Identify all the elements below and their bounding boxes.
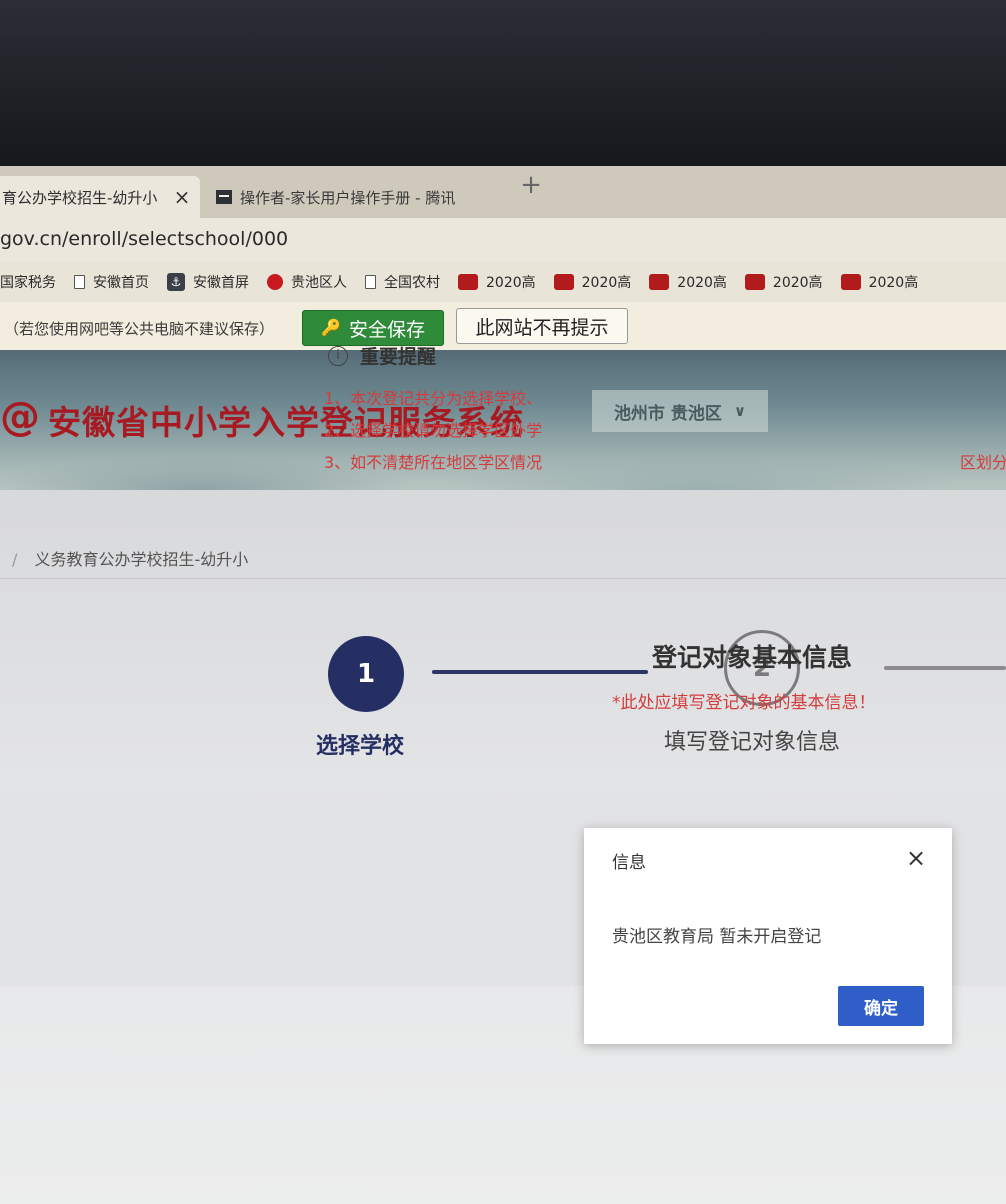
bookmark-label: 2020高 [868, 275, 919, 291]
bookmark-label: 安徽首屏 [193, 275, 249, 291]
region-value: 池州市 贵池区 [613, 403, 722, 424]
safe-save-button[interactable]: 🔑 安全保存 [302, 310, 444, 346]
step-2-label: 填写登记对象信息 [664, 730, 841, 755]
bookmarks-bar: 国家税务 安徽首页 ⚓ 安徽首屏 贵池区人 全国农村 2020高 2020高 2… [0, 262, 1006, 302]
bookmark-label: 2020高 [581, 275, 632, 291]
divider [0, 578, 1006, 579]
bookmark-item[interactable]: 2020高 [744, 272, 823, 292]
address-bar[interactable]: gov.cn/enroll/selectschool/000 [0, 218, 1006, 264]
close-icon[interactable]: × [902, 844, 930, 872]
bookmark-label: 2020高 [772, 275, 823, 291]
password-save-hint: （若您使用网吧等公共电脑不建议保存） [4, 320, 275, 338]
bookmark-label: 2020高 [677, 275, 727, 291]
new-tab-icon[interactable]: + [514, 168, 548, 202]
step-connector [432, 670, 648, 674]
document-icon [216, 190, 232, 204]
anchor-icon: ⚓ [167, 273, 185, 291]
chevron-down-icon: ∨ [733, 402, 747, 420]
bookmark-label: 贵池区人 [291, 275, 347, 291]
notice-rule: 2、选择学校请勿选择学区外学 [324, 421, 543, 440]
tab-manual-label: 操作者-家长用户操作手册 - 腾讯 [240, 188, 456, 207]
confirm-button[interactable]: 确定 [838, 986, 924, 1026]
step-connector [884, 666, 1006, 670]
bookmark-item[interactable]: 2020高 [458, 272, 536, 292]
password-save-bar: （若您使用网吧等公共电脑不建议保存） 🔑 安全保存 此网站不再提示 [0, 302, 1006, 351]
badge-icon [649, 274, 670, 290]
region-select[interactable]: 池州市 贵池区 ∨ [592, 390, 768, 432]
section-heading: 登记对象基本信息 [652, 643, 853, 672]
bookmark-label: 国家税务 [0, 275, 56, 291]
dialog-title: 信息 [612, 853, 646, 873]
never-prompt-button[interactable]: 此网站不再提示 [456, 308, 628, 344]
dialog-message: 贵池区教育局 暂未开启登记 [612, 927, 822, 947]
browser-tab-strip: 育公办学校招生-幼升小 × 操作者-家长用户操作手册 - 腾讯 [0, 166, 1006, 218]
tab-manual[interactable]: 操作者-家长用户操作手册 - 腾讯 [206, 176, 476, 218]
bookmark-label: 安徽首页 [93, 275, 149, 291]
bookmark-item[interactable]: 2020高 [840, 272, 919, 292]
notice-rule: 3、如不清楚所在地区学区情况 [324, 453, 543, 472]
badge-icon [840, 274, 861, 290]
key-icon: 🔑 [321, 320, 341, 337]
badge-icon [458, 274, 478, 290]
bookmark-label: 2020高 [486, 275, 536, 291]
notice-rule: 1、本次登记共分为选择学校、 [324, 389, 543, 408]
step-1-indicator: 1 [328, 636, 404, 712]
bookmark-item[interactable]: 2020高 [649, 272, 727, 292]
bookmark-item[interactable]: 2020高 [553, 272, 632, 292]
doc-icon [74, 275, 85, 289]
red-emblem-icon [267, 274, 283, 290]
tab-enrollment-label: 育公办学校招生-幼升小 [2, 188, 158, 207]
breadcrumb-separator: / [12, 550, 18, 569]
info-dialog: 信息 × 贵池区教育局 暂未开启登记 确定 [584, 828, 952, 1044]
site-logo: @ [0, 394, 40, 440]
bookmark-item[interactable]: 国家税务 [0, 272, 56, 292]
close-icon[interactable]: × [170, 185, 194, 209]
bookmark-label: 全国农村 [384, 275, 440, 291]
doc-icon [365, 275, 376, 289]
bookmark-item[interactable]: ⚓ 安徽首屏 [167, 272, 249, 292]
step-1-label: 选择学校 [316, 734, 405, 759]
info-icon: i [328, 346, 348, 366]
bookmark-item[interactable]: 全国农村 [365, 272, 440, 292]
section-subtext: *此处应填写登记对象的基本信息！ [612, 693, 876, 713]
tab-enrollment[interactable]: 育公办学校招生-幼升小 × [0, 176, 200, 218]
safe-save-label: 安全保存 [348, 319, 425, 341]
notice-rule-tail: 区划分请 [960, 453, 1006, 472]
monitor-bezel [0, 0, 1006, 170]
breadcrumb-current: 义务教育公办学校招生-幼升小 [34, 550, 249, 569]
bookmark-item[interactable]: 贵池区人 [267, 272, 347, 292]
badge-icon [744, 274, 765, 290]
important-notice-title: 重要提醒 [360, 346, 437, 368]
badge-icon [553, 274, 574, 290]
breadcrumb: / 义务教育公办学校招生-幼升小 [12, 546, 248, 570]
bookmark-item[interactable]: 安徽首页 [74, 272, 149, 292]
url-text[interactable]: gov.cn/enroll/selectschool/000 [0, 228, 288, 250]
